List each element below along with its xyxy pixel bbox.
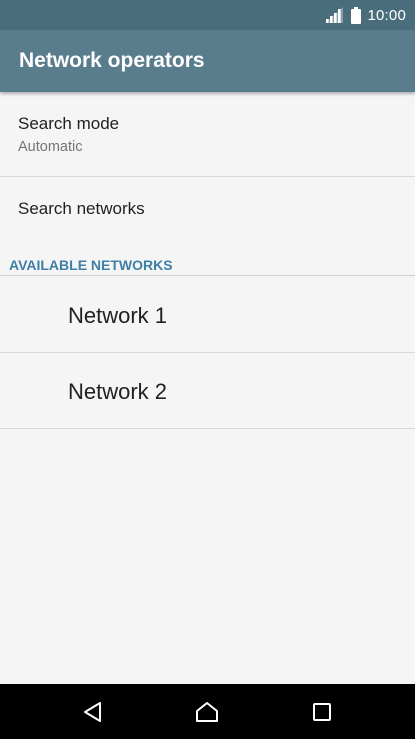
page-title: Network operators [19, 49, 205, 72]
home-icon [196, 702, 218, 722]
network-1-label: Network 1 [68, 303, 168, 328]
network-item-1[interactable]: Network 1 [0, 277, 415, 353]
search-mode-summary: Automatic [18, 139, 83, 155]
back-button[interactable] [78, 697, 108, 727]
recents-icon [313, 703, 331, 721]
network-2-label: Network 2 [68, 379, 168, 404]
status-bar: 10:00 [0, 0, 415, 30]
status-time: 10:00 [367, 6, 406, 24]
network-item-2[interactable]: Network 2 [0, 353, 415, 429]
search-mode-item[interactable]: Search mode Automatic [0, 92, 415, 177]
home-button[interactable] [192, 697, 222, 727]
settings-list: Search mode Automatic Search networks AV… [0, 92, 415, 684]
search-networks-item[interactable]: Search networks [0, 178, 415, 242]
signal-icon [325, 7, 344, 23]
available-networks-header: AVAILABLE NETWORKS [0, 257, 415, 276]
back-icon [84, 702, 101, 722]
battery-icon [351, 6, 362, 24]
recents-button[interactable] [307, 697, 337, 727]
navigation-bar [0, 684, 415, 739]
search-mode-title: Search mode [18, 114, 120, 133]
search-networks-title: Search networks [18, 199, 145, 218]
app-bar: Network operators [0, 30, 415, 92]
